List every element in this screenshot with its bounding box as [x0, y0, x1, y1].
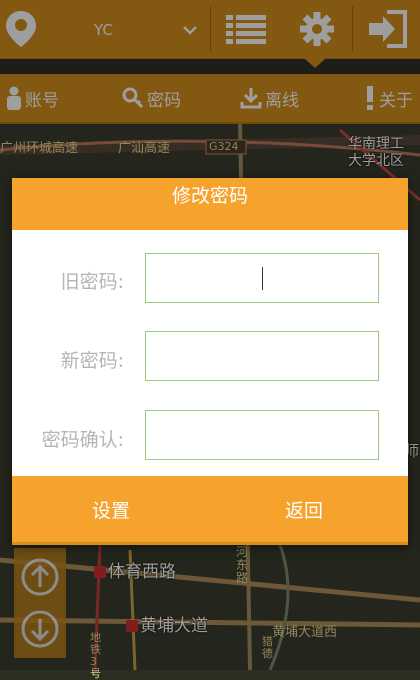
set-button[interactable]: 设置	[12, 476, 210, 542]
new-password-field[interactable]	[145, 331, 379, 381]
footer-underline	[12, 542, 408, 545]
confirm-password-field[interactable]	[145, 410, 379, 460]
back-button[interactable]: 返回	[205, 476, 403, 542]
dialog-header: 修改密码	[12, 178, 408, 230]
old-password-label: 旧密码:	[60, 271, 124, 293]
text-caret	[262, 267, 263, 290]
new-password-label: 新密码:	[60, 350, 124, 372]
change-password-dialog: 修改密码 旧密码: 新密码: 密码确认: 设置 返回	[12, 178, 408, 545]
dialog-title: 修改密码	[171, 185, 248, 207]
old-password-field[interactable]	[145, 253, 379, 303]
dialog-footer: 设置 返回	[12, 476, 408, 545]
confirm-password-label: 密码确认:	[41, 429, 124, 451]
